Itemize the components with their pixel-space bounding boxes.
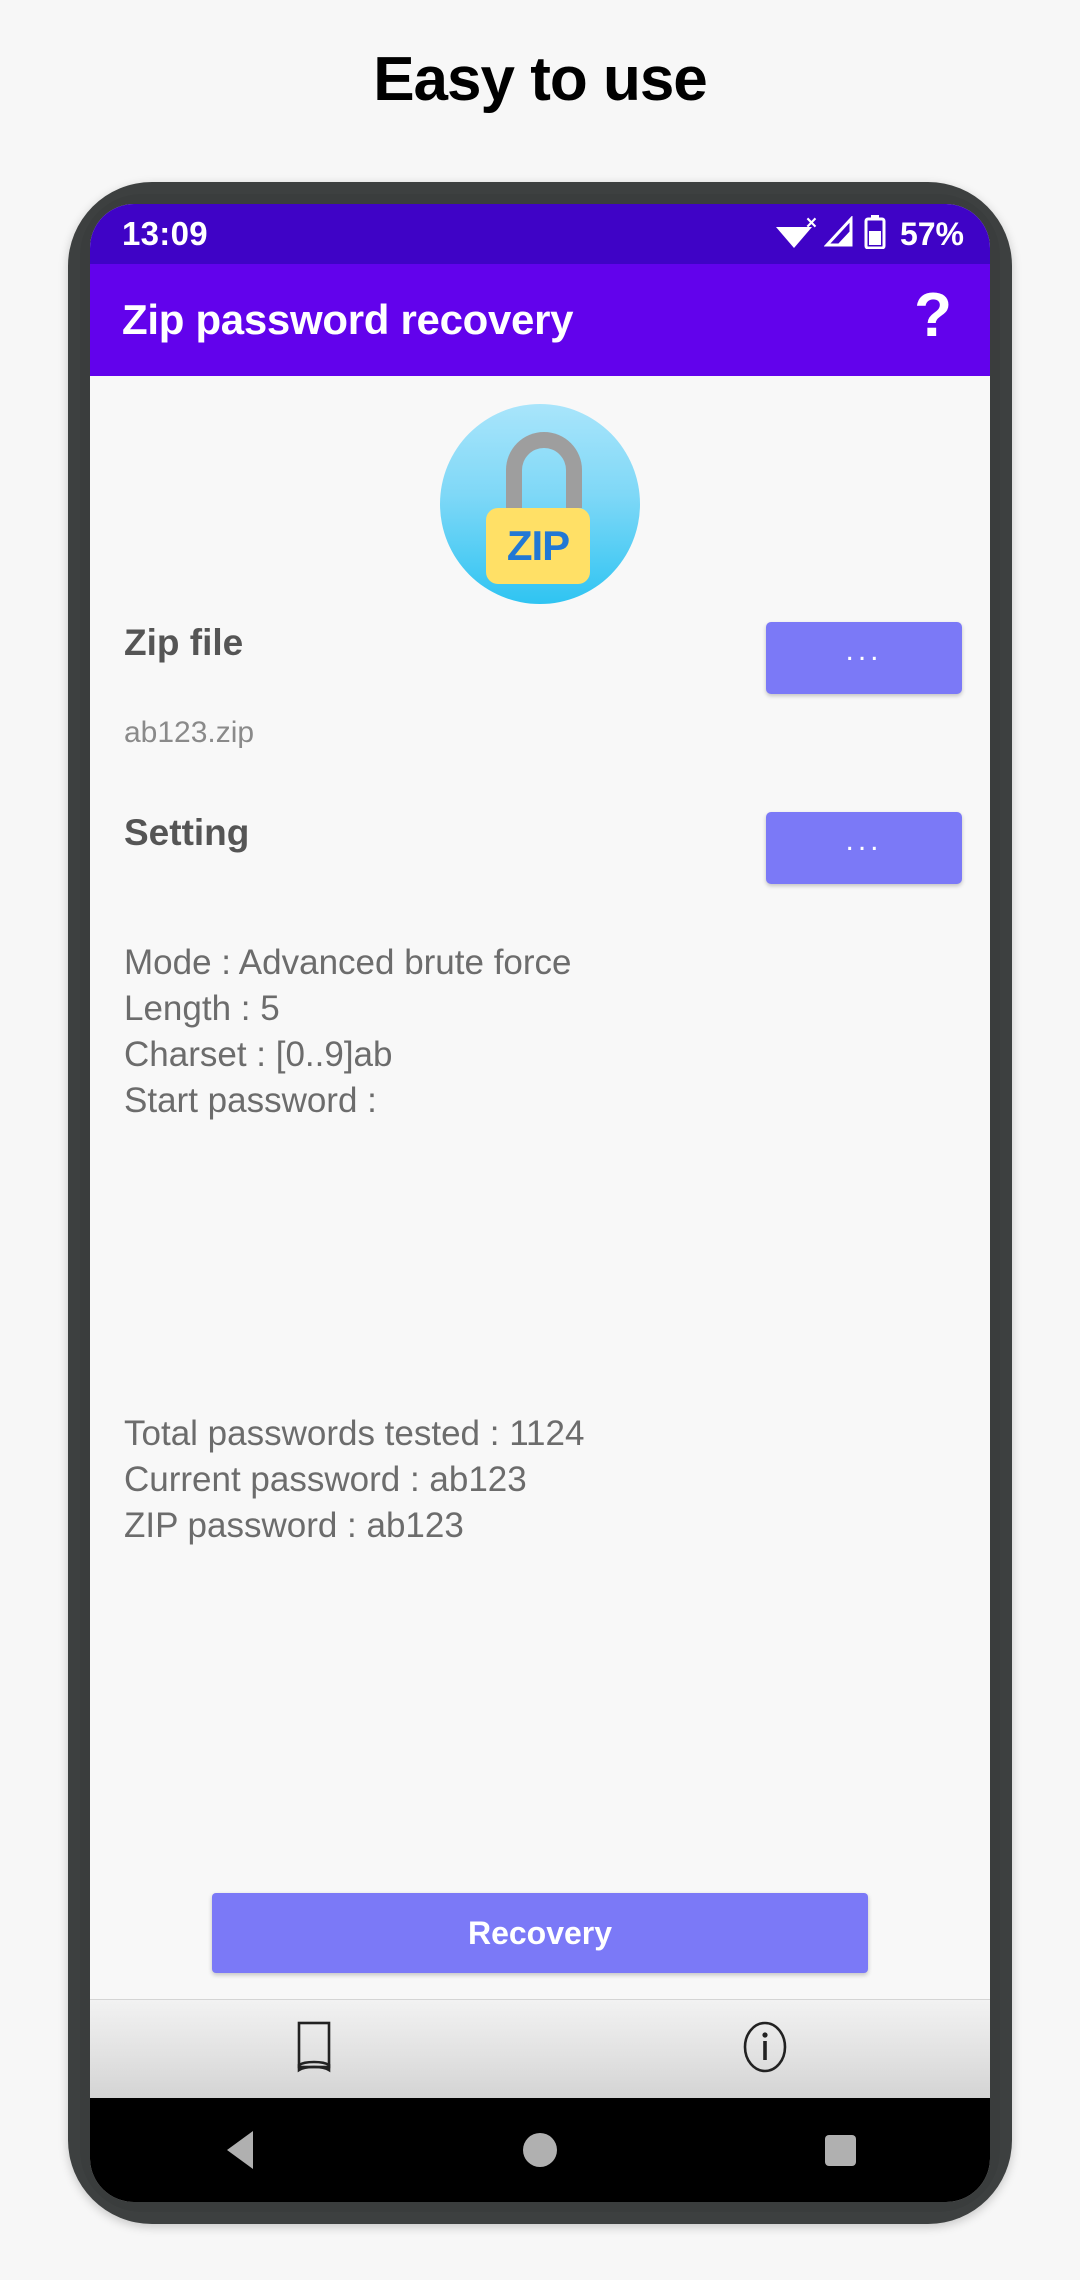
padlock-body: ZIP	[486, 508, 590, 584]
back-icon	[227, 2131, 253, 2169]
bottom-item-manual[interactable]	[90, 2021, 540, 2078]
recents-icon	[824, 2134, 856, 2166]
info-icon	[741, 2021, 789, 2078]
settings-summary-line: Mode : Advanced brute force	[124, 943, 572, 982]
app-bar: Zip password recovery ?	[90, 264, 990, 376]
battery-icon	[864, 214, 886, 254]
status-time: 13:09	[122, 215, 208, 252]
phone-frame: 13:09 × 57% Zip password recovery ? ZIP …	[68, 182, 1012, 2224]
bottom-item-about[interactable]	[540, 2021, 990, 2078]
zip-unlock-logo-icon: ZIP	[440, 404, 640, 604]
nav-recents-button[interactable]	[690, 2134, 990, 2166]
settings-summary: Mode : Advanced brute force Length : 5 C…	[118, 940, 962, 1124]
zip-file-name: ab123.zip	[124, 716, 255, 749]
phone-screen: 13:09 × 57% Zip password recovery ? ZIP …	[90, 204, 990, 2202]
nav-home-button[interactable]	[390, 2133, 690, 2167]
logo-wrap: ZIP	[118, 404, 962, 604]
results-summary: Total passwords tested : 1124 Current pa…	[124, 1411, 584, 1549]
zip-file-row: Zip file ...	[118, 622, 962, 694]
android-nav-bar	[90, 2098, 990, 2202]
recovery-button-wrap: Recovery	[118, 1893, 962, 1999]
bottom-toolbar	[90, 1999, 990, 2098]
cellular-signal-icon	[823, 214, 854, 253]
zip-file-browse-button[interactable]: ...	[766, 622, 962, 694]
app-bar-title: Zip password recovery	[122, 296, 574, 343]
recovery-button[interactable]: Recovery	[212, 1893, 868, 1973]
wifi-icon: ×	[774, 214, 817, 250]
book-icon	[295, 2021, 335, 2078]
setting-label: Setting	[124, 812, 250, 853]
home-icon	[523, 2133, 557, 2167]
setting-browse-button[interactable]: ...	[766, 812, 962, 884]
main-content: ZIP Zip file ... ab123.zip Setting ... M…	[90, 376, 990, 1999]
battery-percent: 57%	[899, 215, 964, 252]
nav-back-button[interactable]	[90, 2131, 390, 2169]
setting-row: Setting ...	[118, 812, 962, 884]
zip-file-label: Zip file	[124, 622, 244, 663]
wifi-disconnected-mark: ×	[805, 213, 817, 234]
results-line: Total passwords tested : 1124	[124, 1414, 585, 1453]
settings-summary-line: Charset : [0..9]ab	[124, 1035, 393, 1074]
status-bar: 13:09 × 57%	[90, 204, 990, 264]
page-title: Easy to use	[373, 45, 708, 114]
help-icon[interactable]: ?	[906, 285, 960, 355]
settings-summary-line: Start password :	[124, 1081, 377, 1120]
settings-summary-line: Length : 5	[124, 989, 280, 1028]
status-icons: × 57%	[774, 214, 964, 254]
results-line: Current password : ab123	[124, 1460, 527, 1499]
results-line: ZIP password : ab123	[124, 1506, 464, 1545]
